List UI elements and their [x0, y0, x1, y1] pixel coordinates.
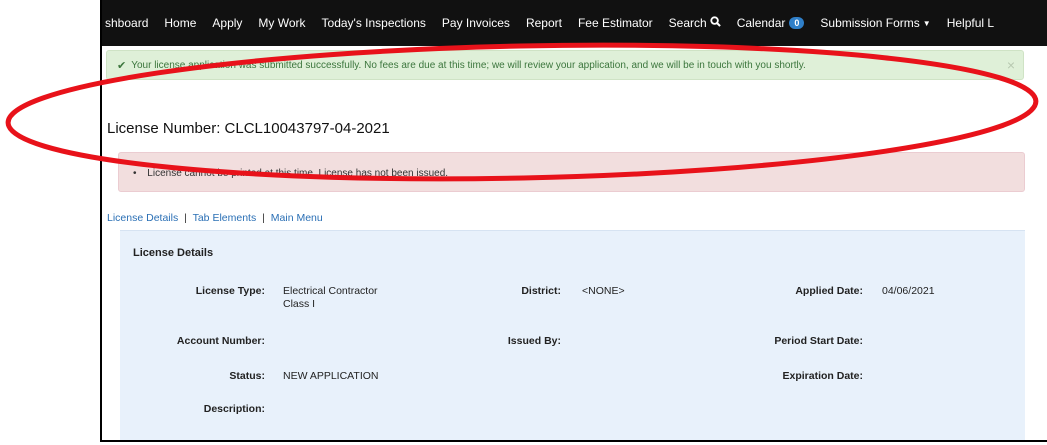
link-separator: | [184, 212, 187, 224]
nav-helpful[interactable]: Helpful L [947, 16, 994, 30]
license-type-line1: Electrical Contractor [283, 285, 378, 297]
error-alert: • License cannot be printed at this time… [118, 152, 1025, 192]
main-menu-link[interactable]: Main Menu [271, 212, 323, 224]
bullet-icon: • [133, 168, 137, 179]
success-message: Your license application was submitted s… [131, 59, 806, 71]
license-type-line2: Class I [283, 298, 316, 310]
caret-down-icon: ▼ [922, 18, 931, 28]
close-icon[interactable]: × [1007, 57, 1015, 73]
link-separator: | [262, 212, 265, 224]
applied-date-value: 04/06/2021 [882, 285, 935, 297]
license-type-label: License Type: [195, 285, 265, 297]
description-label: Description: [203, 403, 265, 415]
calendar-count-badge: 0 [789, 17, 805, 29]
nav-fee-estimator[interactable]: Fee Estimator [578, 16, 653, 30]
nav-apply[interactable]: Apply [212, 16, 242, 30]
top-navbar: shboard Home Apply My Work Today's Inspe… [102, 0, 1047, 46]
check-icon: ✔ [117, 59, 127, 72]
nav-search-label: Search [668, 16, 707, 30]
nav-pay-invoices[interactable]: Pay Invoices [442, 16, 510, 30]
success-alert: ✔ Your license application was submitted… [106, 50, 1024, 80]
tab-elements-link[interactable]: Tab Elements [193, 212, 257, 224]
nav-calendar[interactable]: Calendar 0 [737, 16, 805, 30]
nav-home[interactable]: Home [164, 16, 196, 30]
nav-dashboard[interactable]: shboard [105, 16, 148, 30]
nav-submission-forms[interactable]: Submission Forms ▼ [820, 16, 930, 30]
account-number-label: Account Number: [176, 335, 265, 347]
issued-by-label: Issued By: [507, 335, 561, 347]
license-number-heading: License Number: CLCL10043797-04-2021 [107, 120, 390, 137]
license-details-title: License Details [133, 247, 214, 259]
search-icon [710, 16, 721, 30]
nav-submission-forms-label: Submission Forms [820, 16, 920, 30]
error-message: License cannot be printed at this time. … [147, 168, 449, 179]
period-start-date-label: Period Start Date: [774, 335, 863, 347]
nav-todays-inspections[interactable]: Today's Inspections [322, 16, 426, 30]
browser-frame: shboard Home Apply My Work Today's Inspe… [100, 0, 1047, 442]
nav-report[interactable]: Report [526, 16, 562, 30]
nav-calendar-label: Calendar [736, 16, 786, 30]
district-label: District: [521, 285, 561, 297]
expiration-date-label: Expiration Date: [782, 370, 863, 382]
status-value: NEW APPLICATION [283, 370, 379, 382]
status-label: Status: [229, 370, 265, 382]
nav-search[interactable]: Search [669, 16, 721, 30]
applied-date-label: Applied Date: [795, 285, 863, 297]
license-details-panel: License Details License Type: Electrical… [120, 230, 1025, 440]
section-links: License Details | Tab Elements | Main Me… [107, 212, 323, 224]
nav-my-work[interactable]: My Work [258, 16, 305, 30]
license-details-link[interactable]: License Details [107, 212, 178, 224]
district-value: <NONE> [582, 285, 625, 297]
license-type-value: Electrical Contractor Class I [283, 285, 378, 311]
